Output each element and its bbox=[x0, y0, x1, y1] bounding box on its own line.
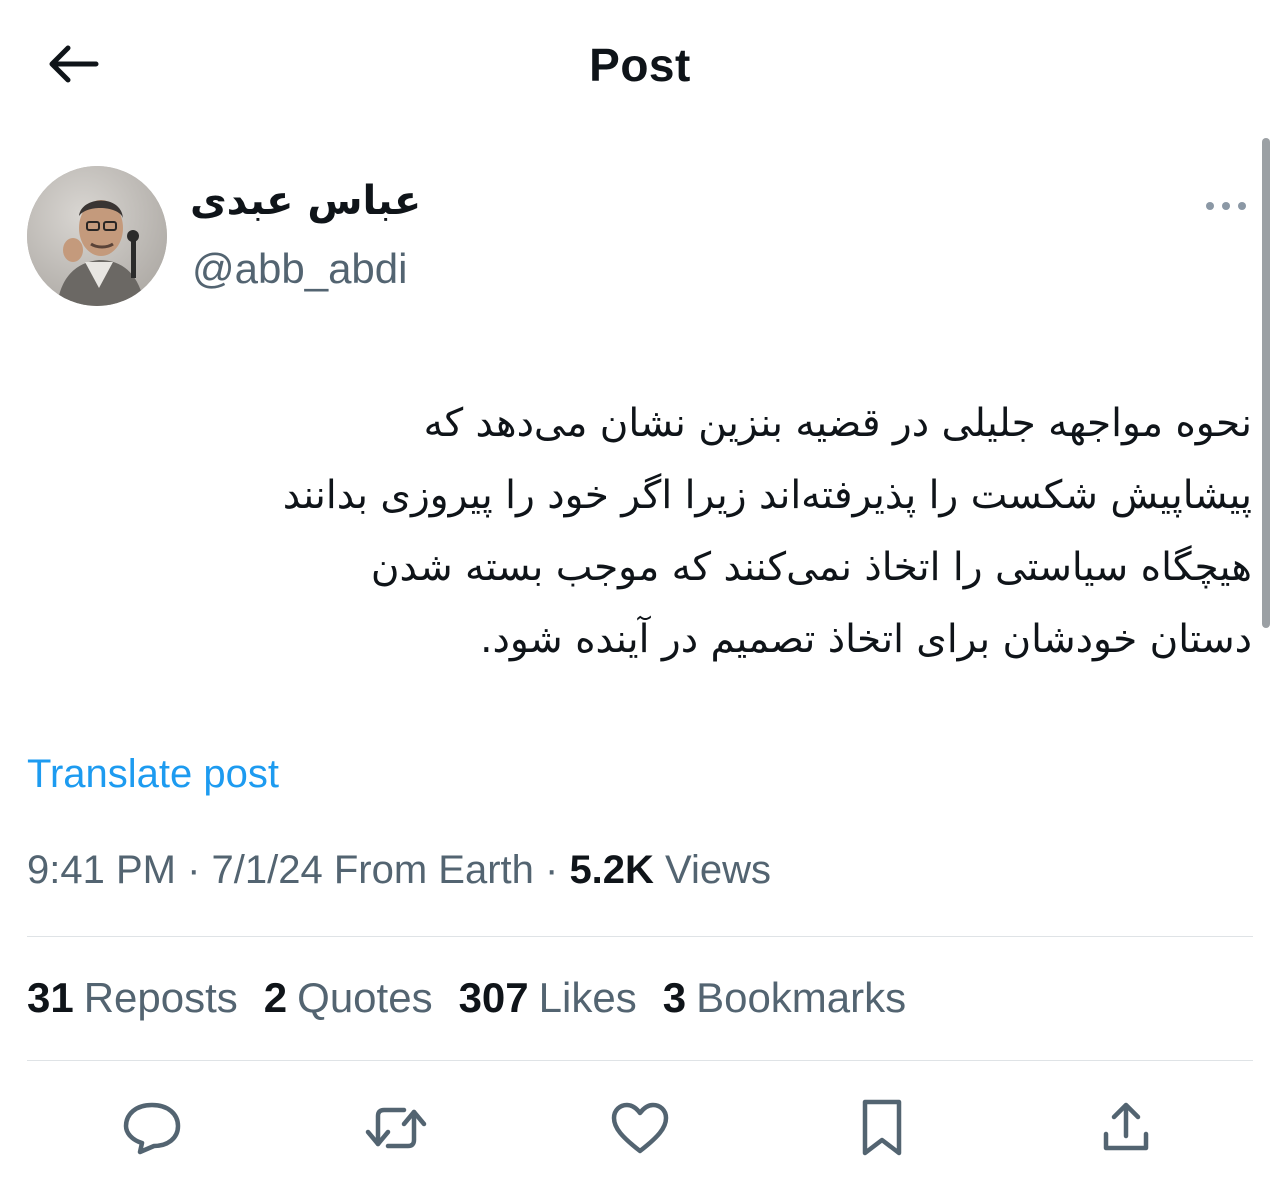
post-source: From Earth bbox=[322, 848, 534, 892]
bookmark-button[interactable] bbox=[850, 1096, 914, 1160]
bookmarks-stat[interactable]: 3 Bookmarks bbox=[663, 974, 906, 1022]
translate-post-link[interactable]: Translate post bbox=[27, 752, 279, 797]
post-text-line: پیشاپیش شکست را پذیرفته‌اند زیرا اگر خود… bbox=[282, 473, 1252, 518]
reposts-stat[interactable]: 31 Reposts bbox=[27, 974, 238, 1022]
post-text-line: هیچگاه سیاستی را اتخاذ نمی‌کنند که موجب … bbox=[370, 545, 1252, 590]
bookmarks-count: 3 bbox=[662, 974, 687, 1021]
page-title: Post bbox=[589, 39, 691, 91]
post-text: نحوه مواجهه جلیلی در قضیه بنزین نشان می‌… bbox=[30, 388, 1252, 676]
share-icon bbox=[1098, 1100, 1154, 1156]
post-text-line: نحوه مواجهه جلیلی در قضیه بنزین نشان می‌… bbox=[423, 401, 1252, 446]
author-display-name[interactable]: عباس عبدی bbox=[190, 178, 430, 224]
views-label: Views bbox=[653, 848, 772, 892]
views-count[interactable]: 5.2K bbox=[569, 848, 654, 892]
quotes-label: Quotes bbox=[297, 974, 433, 1021]
share-button[interactable] bbox=[1094, 1096, 1158, 1160]
author-handle[interactable]: @abb_abdi bbox=[192, 245, 407, 293]
divider bbox=[27, 1060, 1253, 1061]
reposts-label: Reposts bbox=[83, 974, 238, 1021]
more-horizontal-icon bbox=[1204, 199, 1248, 217]
likes-label: Likes bbox=[538, 974, 637, 1021]
meta-separator: · bbox=[533, 848, 570, 892]
heart-icon bbox=[610, 1101, 670, 1155]
avatar[interactable] bbox=[27, 166, 167, 306]
more-options-button[interactable] bbox=[1198, 190, 1254, 226]
scrollbar[interactable] bbox=[1262, 138, 1270, 628]
meta-separator: · bbox=[175, 848, 212, 892]
engagement-stats: 31 Reposts 2 Quotes 307 Likes 3 Bookmarks bbox=[27, 974, 906, 1022]
bookmark-icon bbox=[859, 1098, 905, 1158]
like-button[interactable] bbox=[608, 1096, 672, 1160]
divider bbox=[27, 936, 1253, 937]
post-text-line: دستان خودشان برای اتخاذ تصمیم در آینده ش… bbox=[480, 617, 1252, 662]
quotes-stat[interactable]: 2 Quotes bbox=[264, 974, 433, 1022]
quotes-count: 2 bbox=[263, 974, 288, 1021]
top-bar: Post bbox=[0, 0, 1280, 130]
reposts-count: 31 bbox=[27, 974, 74, 1021]
post-meta: 9:41 PM · 7/1/24 From Earth · 5.2K Views bbox=[27, 848, 771, 893]
repost-icon bbox=[364, 1102, 428, 1154]
likes-stat[interactable]: 307 Likes bbox=[459, 974, 637, 1022]
likes-count: 307 bbox=[458, 974, 529, 1021]
repost-button[interactable] bbox=[364, 1096, 428, 1160]
post-date[interactable]: 7/1/24 bbox=[212, 848, 323, 892]
bookmarks-label: Bookmarks bbox=[696, 974, 907, 1021]
post-time[interactable]: 9:41 PM bbox=[27, 848, 176, 892]
reply-icon bbox=[122, 1100, 182, 1156]
reply-button[interactable] bbox=[120, 1096, 184, 1160]
